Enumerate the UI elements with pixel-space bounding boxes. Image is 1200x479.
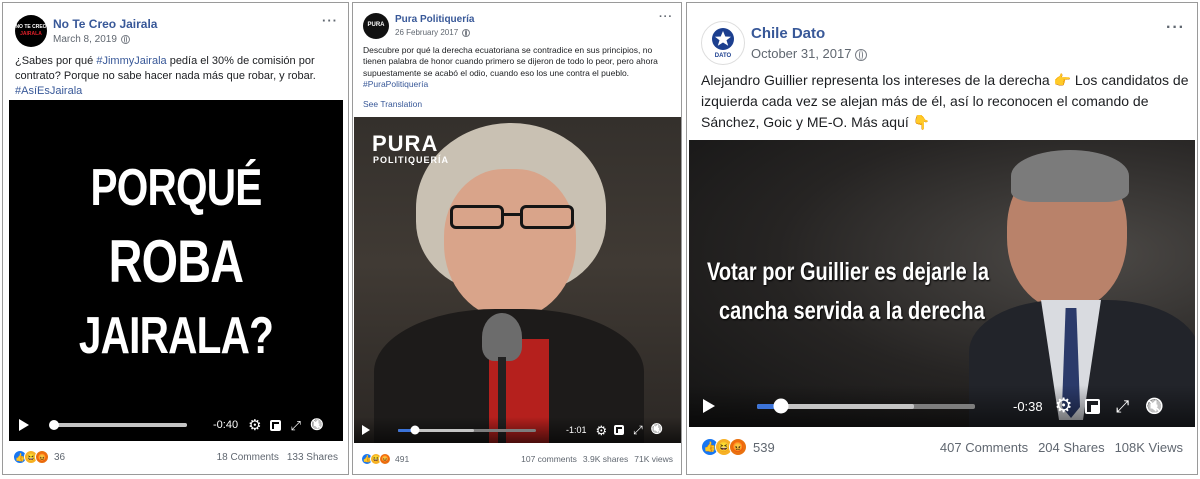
angry-reaction-icon: 😡 (379, 453, 391, 465)
mute-icon[interactable]: 🔇 (310, 419, 324, 431)
post-date-text: 26 February 2017 (395, 28, 459, 37)
woman-face-shape (444, 169, 576, 319)
video-controls: -0:38 ⚙ ⤢ 🔇 (689, 385, 1195, 427)
settings-icon[interactable]: ⚙ (596, 424, 608, 437)
fullscreen-icon[interactable]: ⤢ (633, 424, 643, 436)
views-count: 108K Views (1114, 439, 1183, 455)
time-remaining: -1:01 (566, 425, 587, 435)
watermark-line: PURA (372, 131, 439, 156)
reactions[interactable]: 👍 😆 😡 491 (361, 453, 409, 465)
time-remaining: -0:40 (213, 419, 239, 431)
watermark-line: POLITIQUERÍA (373, 155, 450, 165)
post-text-part1: ¿Sabes por qué (15, 55, 97, 67)
mute-icon[interactable]: 🔇 (1145, 399, 1164, 414)
more-options-icon[interactable]: ··· (659, 11, 673, 23)
avatar-text: NO TE CREO (15, 24, 47, 30)
avatar-subtext: JAIRALA (20, 31, 42, 37)
video-progress-bar[interactable] (48, 420, 187, 430)
microphone-shape (482, 313, 522, 361)
post-date[interactable]: 26 February 2017 (395, 28, 471, 37)
fullscreen-icon[interactable]: ⤢ (291, 419, 301, 432)
post-text: Descubre por qué la derecha ecuatoriana … (363, 45, 675, 91)
see-translation-link[interactable]: See Translation (363, 99, 422, 109)
miniplayer-icon[interactable] (614, 425, 625, 435)
play-icon[interactable] (362, 425, 370, 435)
more-options-icon[interactable]: ··· (322, 13, 338, 28)
buffer-fill (51, 423, 187, 427)
video-player[interactable]: PORQUÉ ROBA JAIRALA? -0:40 ⚙ ⤢ 🔇 (9, 100, 343, 441)
page-avatar[interactable]: NO TE CREO JAIRALA (15, 15, 47, 47)
play-icon[interactable] (19, 419, 29, 431)
miniplayer-icon[interactable] (269, 419, 281, 431)
video-progress-bar[interactable] (398, 425, 536, 435)
man-hair-shape (1011, 150, 1129, 202)
page-name[interactable]: Pura Politiquería (395, 14, 474, 25)
comments-count[interactable]: 407 Comments (940, 440, 1028, 455)
shares-count[interactable]: 133 Shares (287, 452, 338, 463)
comments-count[interactable]: 18 Comments (217, 452, 279, 463)
post-date[interactable]: October 31, 2017 (751, 46, 868, 61)
settings-icon[interactable]: ⚙ (248, 418, 261, 433)
video-controls: -1:01 ⚙ ⤢ 🔇 (354, 417, 681, 443)
post-footer: 👍 😆 😡 36 18 Comments 133 Shares (3, 447, 348, 467)
post-text: Alejandro Guillier representa los intere… (701, 72, 1189, 130)
more-options-icon[interactable]: ··· (1166, 19, 1185, 37)
post-no-te-creo-jairala: NO TE CREO JAIRALA No Te Creo Jairala Ma… (2, 2, 349, 475)
progress-knob[interactable] (773, 398, 789, 414)
video-title-line: ROBA (108, 228, 244, 295)
globe-icon (120, 34, 130, 44)
reaction-count: 539 (753, 439, 775, 455)
hashtag-link[interactable]: #PuraPolitiquería (363, 79, 428, 89)
post-date[interactable]: March 8, 2019 (53, 34, 130, 45)
post-footer: 👍 😆 😡 491 107 comments 3.9K shares 71K v… (353, 450, 681, 468)
progress-knob[interactable] (410, 425, 420, 435)
reaction-count: 36 (54, 451, 66, 463)
page-avatar[interactable]: PURA (363, 13, 389, 39)
reaction-count: 491 (395, 454, 410, 464)
page-name[interactable]: Chile Dato (751, 25, 825, 42)
post-footer: 👍 😆 😡 539 407 Comments 204 Shares 108K V… (687, 435, 1197, 459)
comments-count[interactable]: 107 comments (521, 454, 577, 464)
glasses-shape (450, 205, 574, 231)
shares-count[interactable]: 3.9K shares (583, 454, 628, 464)
angry-reaction-icon: 😡 (35, 450, 49, 464)
page-avatar[interactable]: DATO (701, 21, 745, 65)
video-progress-bar[interactable] (757, 398, 975, 414)
video-caption-line: cancha servida a la derecha (719, 297, 985, 325)
miniplayer-icon[interactable] (1084, 398, 1100, 414)
globe-icon (462, 28, 471, 37)
time-remaining: -0:38 (1013, 398, 1043, 414)
post-date-text: March 8, 2019 (53, 34, 117, 45)
play-icon[interactable] (703, 399, 715, 413)
post-pura-politiqueria: PURA Pura Politiquería 26 February 2017 … (352, 2, 682, 475)
post-text: ¿Sabes por qué #JimmyJairala pedía el 30… (15, 54, 337, 99)
reactions[interactable]: 👍 😆 😡 539 (701, 438, 775, 456)
progress-knob[interactable] (48, 420, 59, 430)
reactions[interactable]: 👍 😆 😡 36 (13, 450, 65, 464)
views-count: 71K views (634, 454, 673, 464)
video-player[interactable]: Votar por Guillier es dejarle la cancha … (689, 140, 1195, 427)
video-controls: -0:40 ⚙ ⤢ 🔇 (9, 409, 343, 441)
post-text-body: Descubre por qué la derecha ecuatoriana … (363, 45, 658, 78)
fullscreen-icon[interactable]: ⤢ (1116, 398, 1130, 415)
globe-icon (855, 48, 868, 61)
settings-icon[interactable]: ⚙ (1055, 396, 1073, 416)
page-name[interactable]: No Te Creo Jairala (53, 17, 157, 31)
shares-count[interactable]: 204 Shares (1038, 440, 1105, 455)
post-chile-dato: DATO Chile Dato October 31, 2017 ··· Ale… (686, 2, 1198, 475)
video-title-line: JAIRALA? (78, 307, 274, 365)
hashtag-link[interactable]: #JimmyJairala (96, 55, 166, 67)
hashtag-link[interactable]: #AsíEsJairala (15, 85, 82, 97)
video-caption-line: Votar por Guillier es dejarle la (707, 258, 989, 286)
video-title-line: PORQUÉ (90, 159, 262, 217)
post-date-text: October 31, 2017 (751, 46, 852, 61)
avatar-text: DATO (714, 53, 732, 59)
avatar-text: PURA (367, 22, 385, 28)
video-player[interactable]: PURA POLITIQUERÍA -1:01 ⚙ ⤢ 🔇 (354, 117, 681, 443)
angry-reaction-icon: 😡 (729, 438, 747, 456)
mute-icon[interactable]: 🔇 (651, 425, 663, 435)
